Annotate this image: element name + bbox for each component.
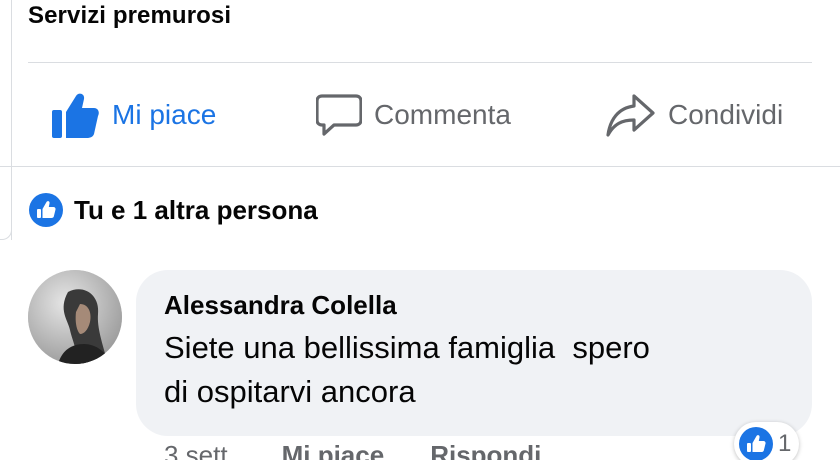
post-divider	[28, 62, 812, 63]
comment-reaction-badge[interactable]: 1	[734, 422, 800, 460]
like-reaction-icon	[738, 426, 774, 460]
comment-meta: 3 sett Mi piace Rispondi	[164, 440, 587, 460]
comment-button[interactable]: Commenta	[316, 84, 511, 146]
comment-author[interactable]: Alessandra Colella	[164, 288, 784, 322]
comment-reply-link[interactable]: Rispondi	[430, 440, 541, 460]
like-label: Mi piace	[112, 99, 217, 130]
comment-label: Commenta	[374, 99, 511, 130]
post-title: Servizi premurosi	[28, 2, 232, 29]
comment-timestamp[interactable]: 3 sett	[164, 440, 228, 460]
reaction-summary-text: Tu e 1 altra persona	[74, 194, 318, 225]
avatar[interactable]	[28, 270, 122, 364]
comment-bubble: Alessandra Colella Siete una bellissima …	[136, 270, 812, 436]
thumbs-up-icon	[50, 90, 100, 140]
share-arrow-icon	[606, 92, 656, 138]
comment-text: Siete una bellissima famiglia spero di o…	[164, 330, 650, 409]
post-card: Servizi premurosi Mi piace Commenta Cond…	[0, 0, 840, 167]
facebook-post-view: Servizi premurosi Mi piace Commenta Cond…	[0, 0, 840, 460]
comment-reaction-count: 1	[778, 430, 792, 457]
like-button[interactable]: Mi piace	[50, 84, 216, 146]
post-action-bar: Mi piace Commenta Condividi	[0, 84, 840, 146]
speech-bubble-icon	[316, 92, 362, 138]
like-reaction-icon	[28, 192, 64, 228]
comment-like-link[interactable]: Mi piace	[282, 440, 385, 460]
share-label: Condividi	[668, 99, 784, 130]
share-button[interactable]: Condividi	[606, 84, 783, 146]
reaction-summary[interactable]: Tu e 1 altra persona	[28, 192, 318, 228]
